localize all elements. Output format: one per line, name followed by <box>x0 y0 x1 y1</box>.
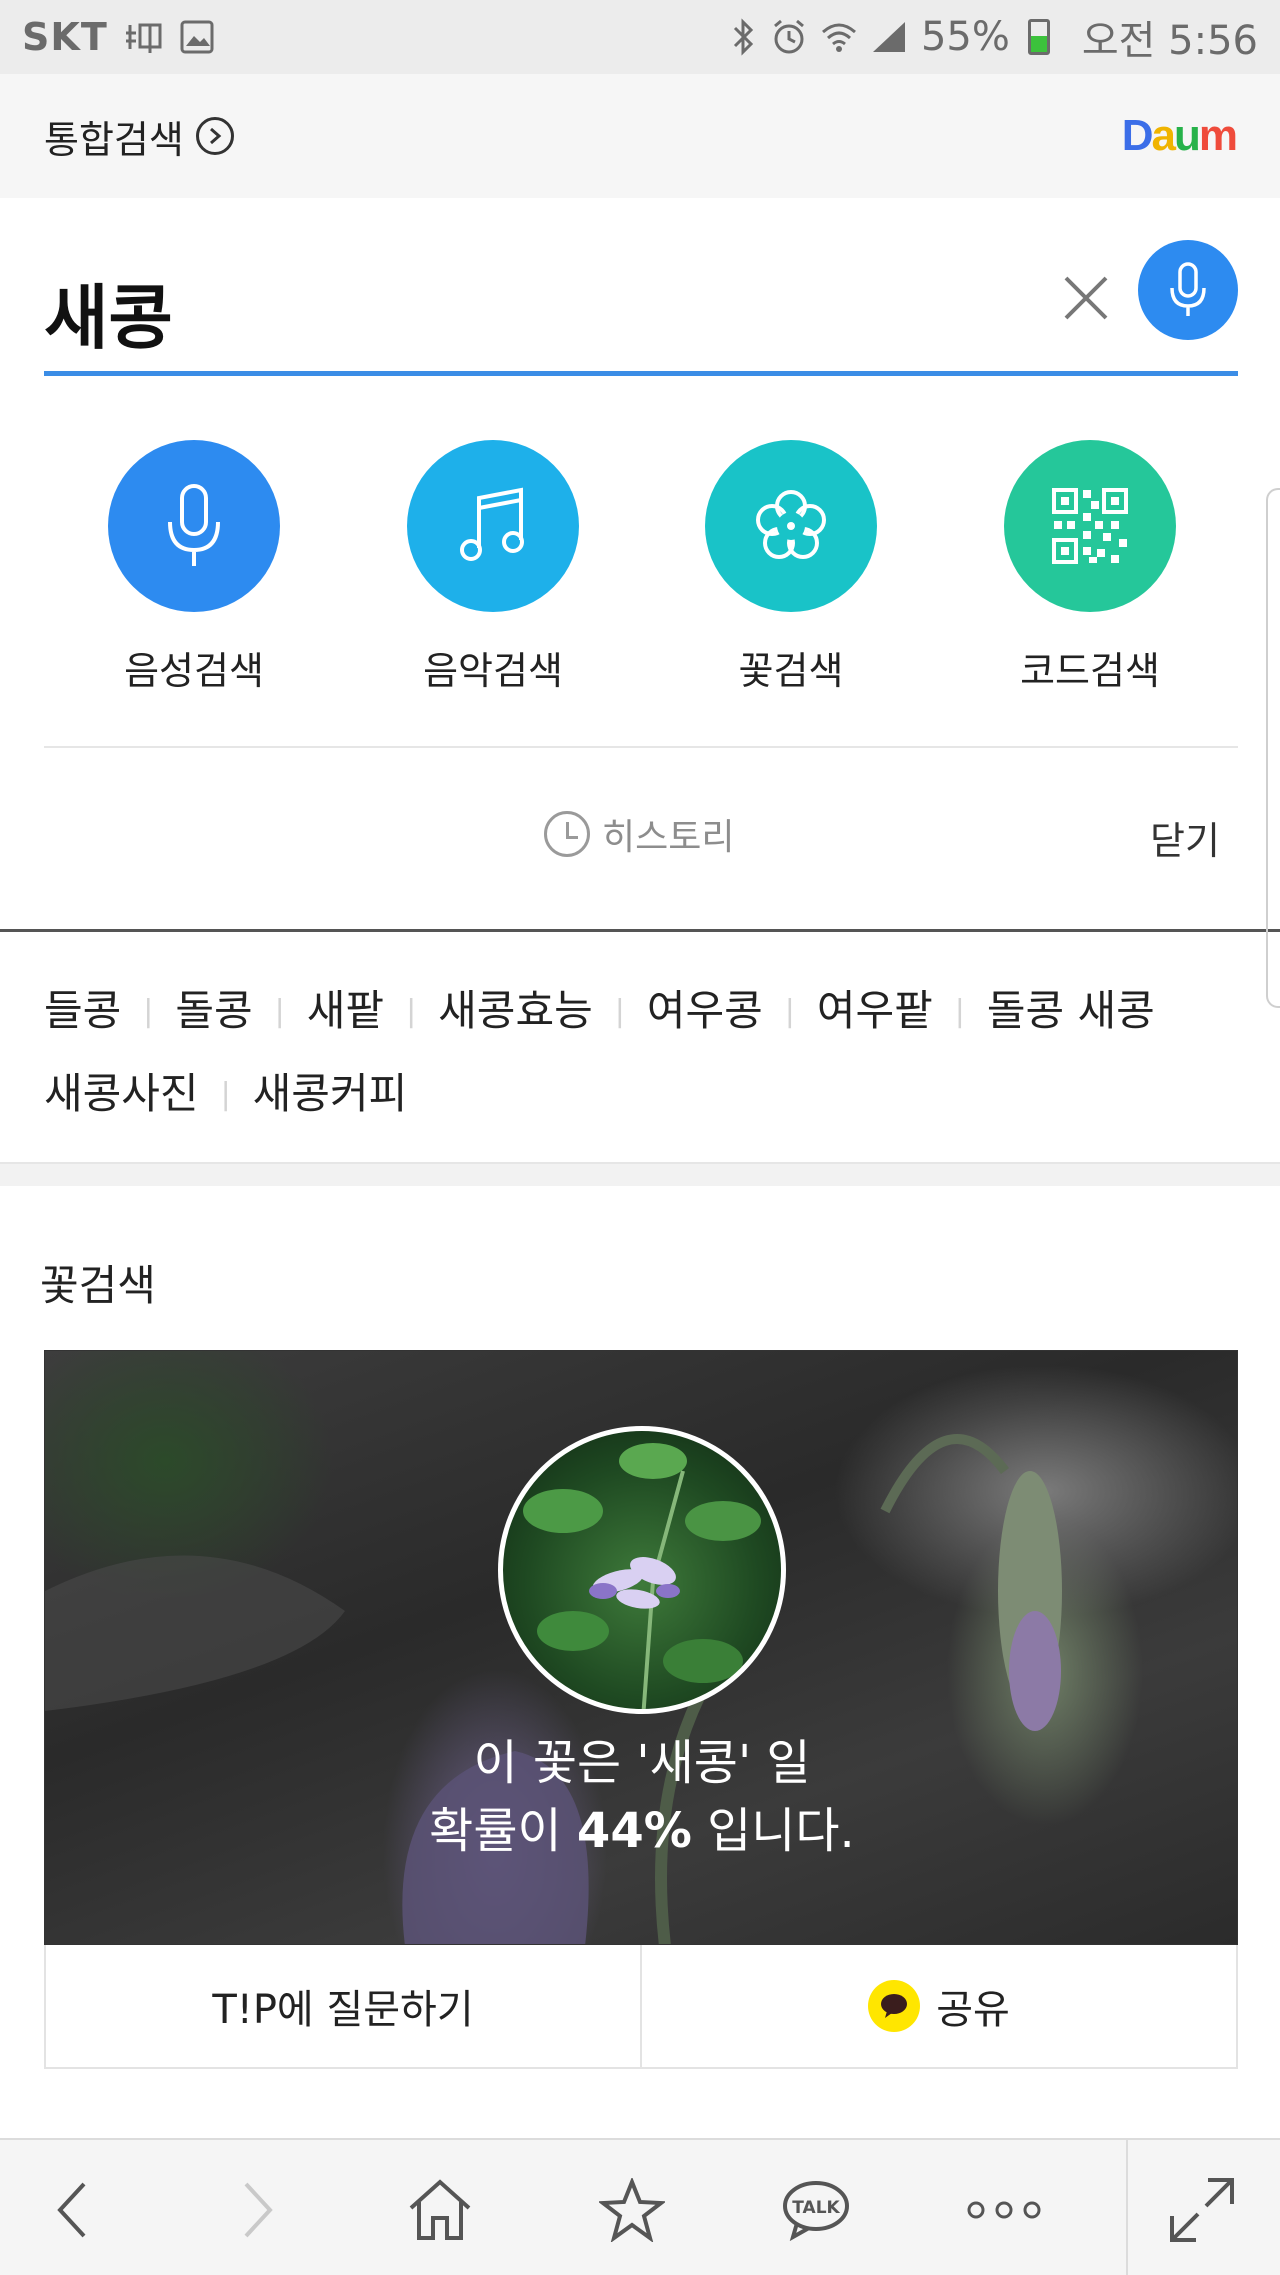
page: SKT 55% 오전 5:56 통합검색 Daum 새콩 음성검색 음악검색 꽃… <box>0 0 1280 2275</box>
share-button[interactable]: 공유 <box>640 1945 1236 2067</box>
keyword-separator: | <box>220 1077 231 1112</box>
panel-divider <box>0 929 1280 932</box>
result-line-2: 확률이 44% 입니다. <box>45 1797 1237 1865</box>
unified-search-label: 통합검색 <box>44 117 184 162</box>
quick-search-row: 음성검색 음악검색 꽃검색 코드검색 <box>0 440 1280 700</box>
more-dots-icon <box>967 2201 1041 2219</box>
star-icon <box>599 2178 665 2242</box>
search-header: 통합검색 Daum <box>0 74 1280 198</box>
daum-logo[interactable]: Daum <box>1122 111 1238 161</box>
clear-button[interactable] <box>1054 266 1118 330</box>
flower-search-item[interactable]: 꽃검색 <box>681 440 901 695</box>
share-label: 공유 <box>936 1987 1010 2033</box>
microphone-icon <box>168 484 220 566</box>
expand-icon <box>1170 2178 1234 2242</box>
back-arrow-icon <box>57 2182 86 2238</box>
keyword-separator: | <box>954 994 965 1029</box>
result-percent: 44% <box>576 1803 692 1859</box>
toolbar-separator <box>1126 2140 1128 2275</box>
voice-search-label: 음성검색 <box>124 649 264 693</box>
related-keyword[interactable]: 새콩사진 <box>44 1053 199 1135</box>
music-search-label: 음악검색 <box>423 649 563 693</box>
signal-icon <box>871 20 907 54</box>
flower-icon <box>756 490 826 559</box>
related-keyword[interactable]: 여우콩 <box>647 970 763 1052</box>
voice-search-item[interactable]: 음성검색 <box>84 440 304 695</box>
related-keyword[interactable]: 새콩커피 <box>253 1053 408 1135</box>
clock-icon <box>544 811 590 857</box>
kakaotalk-share-button[interactable]: TALK <box>776 2170 856 2250</box>
related-keyword[interactable]: 새콩효능 <box>438 970 593 1052</box>
notification-icon <box>124 19 164 55</box>
music-search-item[interactable]: 음악검색 <box>383 440 603 695</box>
battery-percent: 55% <box>920 14 1010 60</box>
wifi-icon <box>821 20 857 54</box>
browser-toolbar: TALK <box>0 2138 1280 2275</box>
home-icon <box>409 2179 471 2240</box>
related-keyword[interactable]: 여우팥 <box>817 970 933 1052</box>
history-row: 히스토리 닫기 <box>0 790 1280 886</box>
music-search-circle <box>407 440 579 612</box>
keyword-separator: | <box>406 994 417 1029</box>
keyword-separator: | <box>274 994 285 1029</box>
bluetooth-icon <box>731 18 757 56</box>
result-line-1: 이 꽃은 '새콩' 일 <box>473 1735 811 1791</box>
flower-photo <box>523 1443 761 1709</box>
result-prefix: 확률이 <box>429 1803 577 1859</box>
forward-arrow-icon <box>244 2182 273 2238</box>
flower-search-label: 꽃검색 <box>738 649 844 693</box>
keyword-separator: | <box>784 994 795 1029</box>
gallery-icon <box>180 20 214 54</box>
section-title: 꽃검색 <box>40 1261 156 1310</box>
history-button[interactable]: 히스토리 <box>544 808 734 860</box>
alarm-icon <box>771 18 807 56</box>
voice-search-circle <box>108 440 280 612</box>
result-suffix: 입니다. <box>691 1803 855 1859</box>
voice-search-button[interactable] <box>1138 240 1238 340</box>
fullscreen-button[interactable] <box>1162 2170 1242 2250</box>
ask-tip-button[interactable]: T!P에 질문하기 <box>46 1945 640 2067</box>
unified-search-link[interactable]: 통합검색 <box>44 109 234 164</box>
bookmark-button[interactable] <box>592 2170 672 2250</box>
more-button[interactable] <box>964 2170 1044 2250</box>
close-icon <box>1064 276 1108 320</box>
flower-card-actions: T!P에 질문하기 공유 <box>44 1945 1238 2069</box>
ask-tip-label: T!P에 질문하기 <box>212 1987 474 2033</box>
history-label: 히스토리 <box>602 817 735 858</box>
home-button[interactable] <box>400 2170 480 2250</box>
battery-icon <box>1027 19 1050 55</box>
related-keyword[interactable]: 돌콩 <box>175 970 252 1052</box>
flower-result-card: 이 꽃은 '새콩' 일 확률이 44% 입니다. <box>44 1350 1238 1945</box>
related-keyword[interactable]: 들콩 <box>44 970 121 1052</box>
clock-time: 오전 5:56 <box>1081 18 1258 64</box>
keyword-separator: | <box>143 994 154 1029</box>
keyword-separator: | <box>614 994 625 1029</box>
flower-search-circle <box>705 440 877 612</box>
carrier-label: SKT <box>22 15 108 59</box>
flower-thumbnail <box>498 1426 786 1714</box>
code-search-item[interactable]: 코드검색 <box>980 440 1200 695</box>
talk-label: TALK <box>792 2198 840 2218</box>
chevron-right-icon <box>195 117 234 155</box>
scroll-indicator[interactable] <box>1266 488 1280 1008</box>
qr-code-icon <box>1052 488 1128 564</box>
flower-result-text: 이 꽃은 '새콩' 일 확률이 44% 입니다. <box>45 1729 1237 1865</box>
talk-icon: TALK <box>783 2181 849 2241</box>
code-search-label: 코드검색 <box>1020 649 1160 693</box>
section-gap <box>0 1162 1280 1186</box>
search-input[interactable]: 새콩 <box>44 262 173 363</box>
music-note-icon <box>460 487 524 561</box>
back-button[interactable] <box>32 2170 112 2250</box>
code-search-circle <box>1004 440 1176 612</box>
kakaotalk-icon <box>868 1980 921 2032</box>
close-panel-button[interactable]: 닫기 <box>1150 810 1220 865</box>
search-box: 새콩 <box>44 238 1238 376</box>
related-keyword[interactable]: 새팥 <box>307 970 384 1052</box>
divider <box>44 746 1238 748</box>
forward-button[interactable] <box>218 2170 298 2250</box>
status-bar: SKT 55% 오전 5:56 <box>0 0 1280 74</box>
related-keyword[interactable]: 돌콩 새콩 <box>987 970 1155 1052</box>
microphone-icon <box>1170 262 1206 316</box>
related-keywords: 들콩 | 돌콩 | 새팥 | 새콩효능 | 여우콩 | 여우팥 | 돌콩 새콩새콩사진 | 새콩커피 <box>44 970 1238 1136</box>
